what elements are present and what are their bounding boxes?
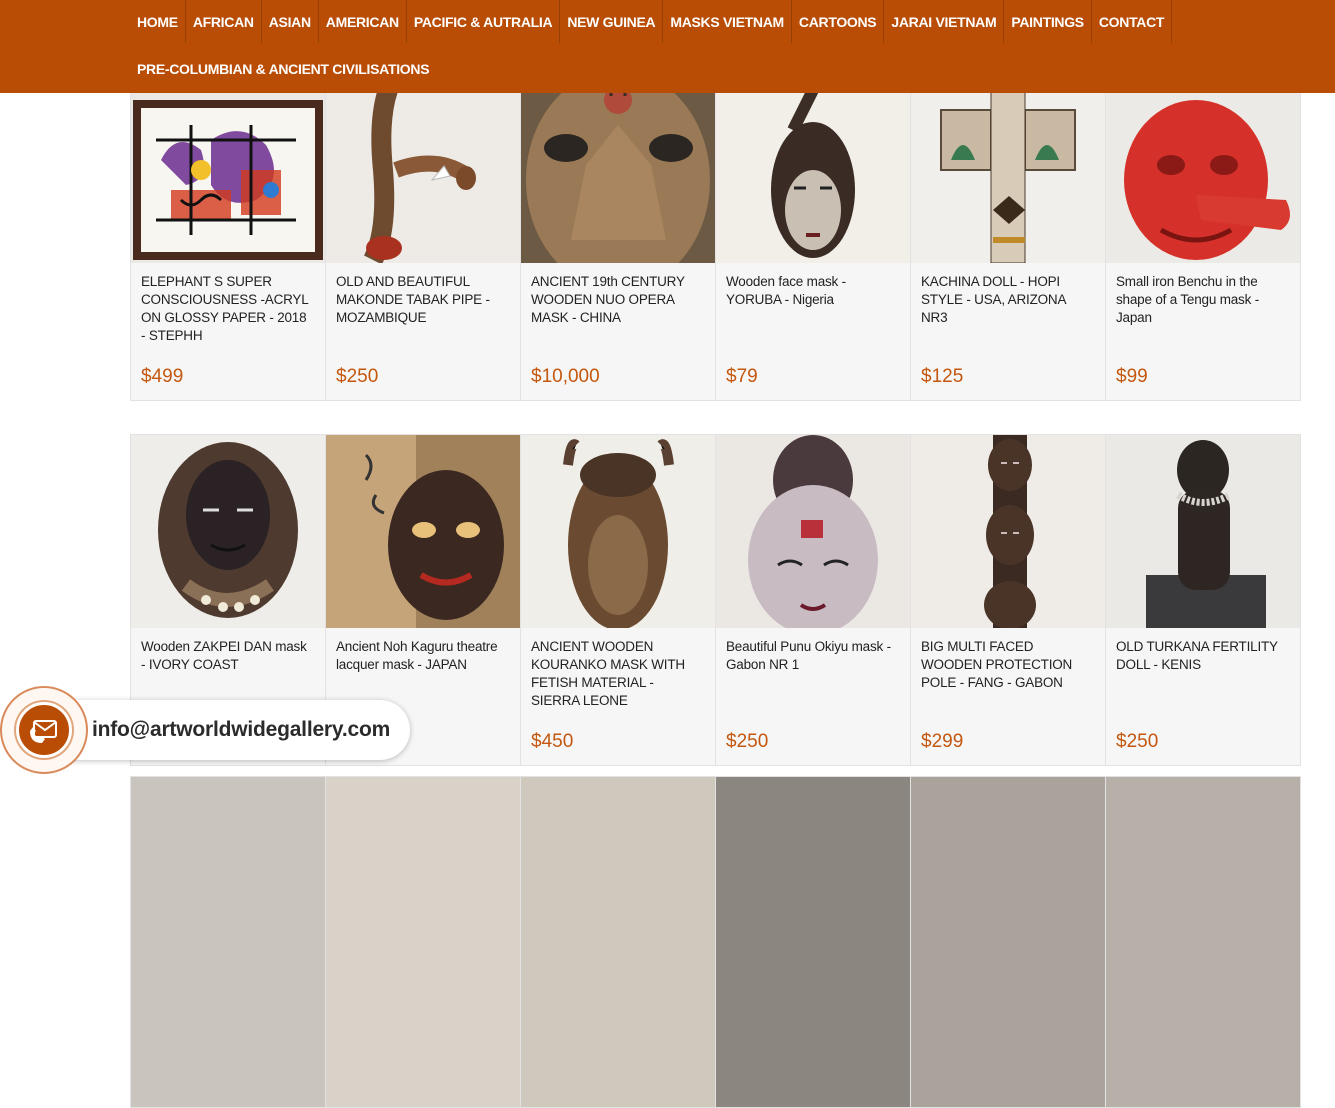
product-price: $450 — [531, 731, 574, 752]
product-price: $250 — [1116, 731, 1159, 752]
product-card[interactable] — [521, 776, 716, 1108]
contact-badge[interactable]: info@artworldwidegallery.com — [0, 686, 410, 776]
contact-email[interactable]: info@artworldwidegallery.com — [92, 718, 390, 742]
product-title[interactable]: Beautiful Punu Okiyu mask - Gabon NR 1 — [726, 638, 898, 674]
nav-item-home[interactable]: HOME — [130, 0, 186, 43]
product-price: $99 — [1116, 366, 1148, 387]
card-body: ELEPHANT S SUPER CONSCIOUSNESS -ACRYL ON… — [131, 263, 325, 400]
product-price: $299 — [921, 731, 964, 752]
nuo-mask-image[interactable] — [521, 70, 715, 263]
product-row: ELEPHANT S SUPER CONSCIOUSNESS -ACRYL ON… — [130, 69, 1301, 401]
product-title[interactable]: BIG MULTI FACED WOODEN PROTECTION POLE -… — [921, 638, 1093, 692]
product-card[interactable] — [716, 776, 911, 1108]
product-card[interactable]: Beautiful Punu Okiyu mask - Gabon NR 1 $… — [716, 434, 911, 766]
product-card[interactable]: KACHINA DOLL - HOPI STYLE - USA, ARIZONA… — [911, 69, 1106, 401]
product-title[interactable]: Wooden ZAKPEI DAN mask - IVORY COAST — [141, 638, 313, 674]
product-title[interactable]: ELEPHANT S SUPER CONSCIOUSNESS -ACRYL ON… — [141, 273, 313, 345]
product-row — [130, 776, 1301, 1108]
product-card[interactable]: ANCIENT 19th CENTURY WOODEN NUO OPERA MA… — [521, 69, 716, 401]
nav-row-secondary: PRE-COLUMBIAN & ANCIENT CIVILISATIONS — [130, 55, 436, 83]
nav-item-cartoons[interactable]: CARTOONS — [792, 0, 885, 43]
product-title[interactable]: ANCIENT WOODEN KOURANKO MASK WITH FETISH… — [531, 638, 703, 710]
product-price: $125 — [921, 366, 964, 387]
nav-row-primary: HOME AFRICAN ASIAN AMERICAN PACIFIC & AU… — [130, 0, 1173, 43]
nav-item-paintings[interactable]: PAINTINGS — [1004, 0, 1092, 43]
product-card[interactable]: ELEPHANT S SUPER CONSCIOUSNESS -ACRYL ON… — [130, 69, 326, 401]
nav-item-american[interactable]: AMERICAN — [319, 0, 407, 43]
card-body: Small iron Benchu in the shape of a Teng… — [1106, 263, 1300, 400]
noh-mask-image[interactable] — [326, 435, 520, 628]
punu-mask-image[interactable] — [716, 435, 910, 628]
product-card[interactable]: BIG MULTI FACED WOODEN PROTECTION POLE -… — [911, 434, 1106, 766]
product-card[interactable]: Small iron Benchu in the shape of a Teng… — [1106, 69, 1301, 401]
tengu-mask-image[interactable] — [1106, 70, 1300, 263]
card-body: KACHINA DOLL - HOPI STYLE - USA, ARIZONA… — [911, 263, 1105, 400]
product-card[interactable] — [911, 776, 1106, 1108]
nav-item-african[interactable]: AFRICAN — [186, 0, 262, 43]
product-card[interactable] — [130, 776, 326, 1108]
main-navbar: HOME AFRICAN ASIAN AMERICAN PACIFIC & AU… — [0, 0, 1335, 93]
product-title[interactable]: OLD TURKANA FERTILITY DOLL - KENIS — [1116, 638, 1288, 674]
nav-item-masks-vietnam[interactable]: MASKS VIETNAM — [663, 0, 792, 43]
product-title[interactable]: Small iron Benchu in the shape of a Teng… — [1116, 273, 1288, 327]
product-card[interactable]: ANCIENT WOODEN KOURANKO MASK WITH FETISH… — [521, 434, 716, 766]
painting-image[interactable] — [131, 70, 325, 263]
product-title[interactable]: Wooden face mask - YORUBA - Nigeria — [726, 273, 898, 309]
product-title[interactable]: Ancient Noh Kaguru theatre lacquer mask … — [336, 638, 508, 674]
card-body: OLD TURKANA FERTILITY DOLL - KENIS $250 — [1106, 628, 1300, 765]
card-body: ANCIENT WOODEN KOURANKO MASK WITH FETISH… — [521, 628, 715, 765]
kachina-doll-image[interactable] — [911, 70, 1105, 263]
product-title[interactable]: KACHINA DOLL - HOPI STYLE - USA, ARIZONA… — [921, 273, 1093, 327]
kouranko-mask-image[interactable] — [521, 435, 715, 628]
product-card[interactable]: OLD TURKANA FERTILITY DOLL - KENIS $250 — [1106, 434, 1301, 766]
card-body: Beautiful Punu Okiyu mask - Gabon NR 1 $… — [716, 628, 910, 765]
product-card[interactable] — [1106, 776, 1301, 1108]
product-price: $79 — [726, 366, 758, 387]
product-price: $250 — [336, 366, 379, 387]
phone-mail-icon[interactable] — [16, 702, 72, 758]
nav-item-pre-columbian[interactable]: PRE-COLUMBIAN & ANCIENT CIVILISATIONS — [130, 61, 436, 77]
product-card[interactable]: OLD AND BEAUTIFUL MAKONDE TABAK PIPE - M… — [326, 69, 521, 401]
product-title[interactable]: ANCIENT 19th CENTURY WOODEN NUO OPERA MA… — [531, 273, 703, 327]
product-card[interactable] — [326, 776, 521, 1108]
nav-item-pacific[interactable]: PACIFIC & AUTRALIA — [407, 0, 561, 43]
dan-mask-image[interactable] — [131, 435, 325, 628]
card-body: ANCIENT 19th CENTURY WOODEN NUO OPERA MA… — [521, 263, 715, 400]
nav-item-new-guinea[interactable]: NEW GUINEA — [560, 0, 664, 43]
card-body: BIG MULTI FACED WOODEN PROTECTION POLE -… — [911, 628, 1105, 765]
product-card[interactable]: Wooden face mask - YORUBA - Nigeria $79 — [716, 69, 911, 401]
product-price: $10,000 — [531, 366, 600, 387]
product-price: $499 — [141, 366, 184, 387]
fang-pole-image[interactable] — [911, 435, 1105, 628]
nav-item-jarai-vietnam[interactable]: JARAI VIETNAM — [884, 0, 1005, 43]
nav-item-asian[interactable]: ASIAN — [262, 0, 319, 43]
pipe-image[interactable] — [326, 70, 520, 263]
card-body: OLD AND BEAUTIFUL MAKONDE TABAK PIPE - M… — [326, 263, 520, 400]
nav-item-contact[interactable]: CONTACT — [1092, 0, 1173, 43]
product-title[interactable]: OLD AND BEAUTIFUL MAKONDE TABAK PIPE - M… — [336, 273, 508, 327]
turkana-doll-image[interactable] — [1106, 435, 1300, 628]
product-price: $250 — [726, 731, 769, 752]
yoruba-mask-image[interactable] — [716, 70, 910, 263]
card-body: Wooden face mask - YORUBA - Nigeria $79 — [716, 263, 910, 400]
